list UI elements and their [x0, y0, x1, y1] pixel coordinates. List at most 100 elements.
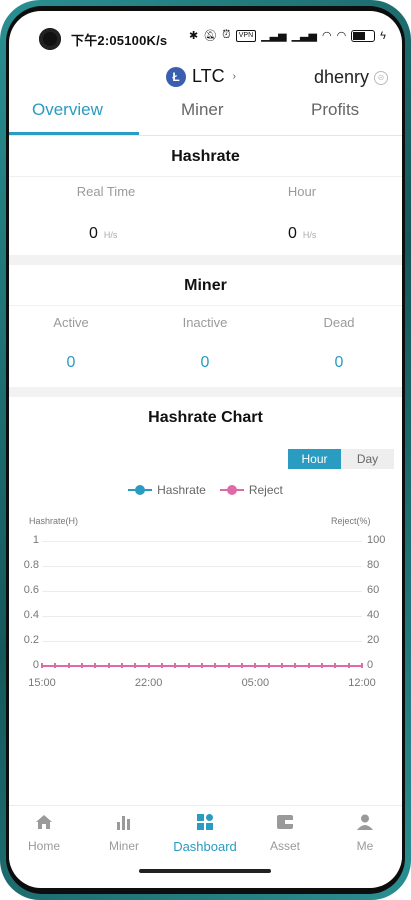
reject-point [187, 663, 190, 668]
nav-dashboard-label: Dashboard [173, 839, 237, 854]
wifi-icon: ◠ [321, 30, 332, 42]
reject-point [307, 663, 310, 668]
time-range-toggle: Hour Day [288, 449, 394, 469]
nav-miner[interactable]: Miner [89, 814, 159, 853]
dashboard-icon [197, 814, 213, 830]
hour-unit: H/s [302, 230, 317, 240]
divider [9, 176, 402, 177]
x-tick: 15:00 [28, 677, 56, 689]
mute-icon: 🔕︎ [203, 30, 218, 42]
wallet-icon [277, 815, 293, 829]
day-toggle-button[interactable]: Day [341, 449, 394, 469]
signal-icon: ▁▃▅ [261, 30, 287, 42]
active-tab-indicator [9, 132, 139, 135]
hour-value: 0 H/s [288, 225, 316, 243]
reject-point [294, 663, 297, 668]
signal-icon: ▁▃▅ [291, 30, 317, 42]
hour-toggle-button[interactable]: Hour [288, 449, 341, 469]
reject-point [94, 663, 97, 668]
x-tick: 22:00 [134, 677, 163, 689]
hour-number: 0 [288, 225, 297, 242]
gridline [42, 616, 362, 617]
legend-reject[interactable]: Reject [219, 483, 283, 497]
x-tick: 05:00 [241, 677, 270, 689]
reject-point [321, 663, 323, 668]
active-count[interactable]: 0 [31, 354, 111, 372]
legend-reject-label: Reject [248, 483, 283, 497]
reject-point [334, 663, 337, 668]
y-right-tick: 60 [367, 584, 380, 596]
wifi-icon: ◠ [336, 30, 347, 42]
miner-title: Miner [184, 277, 227, 294]
reject-point [214, 663, 217, 668]
gridline [42, 566, 362, 567]
tab-miner[interactable]: Miner [181, 100, 224, 120]
reject-point [254, 663, 257, 668]
y-left-tick: 0.6 [23, 584, 39, 596]
bottom-navigation: Home Miner Dashboard Asset Me [9, 805, 402, 866]
legend-reject-marker [219, 485, 244, 495]
reject-point [67, 663, 70, 668]
inactive-label: Inactive [182, 315, 228, 330]
realtime-number: 0 [89, 225, 98, 242]
reject-point [121, 663, 123, 668]
gridline [42, 591, 362, 592]
x-tick: 12:00 [348, 677, 376, 689]
reject-point [281, 663, 283, 668]
nav-asset-label: Asset [269, 839, 300, 853]
nav-dashboard[interactable]: Dashboard [170, 814, 240, 854]
y-left-tick: 0.4 [23, 609, 39, 621]
dead-count[interactable]: 0 [299, 354, 379, 372]
tab-overview[interactable]: Overview [32, 100, 103, 120]
coin-name: LTC [192, 66, 225, 86]
reject-point [227, 663, 230, 668]
reject-point [174, 663, 177, 668]
y-right-tick: 80 [367, 559, 380, 571]
reject-point [134, 663, 137, 668]
coin-selector[interactable]: Ł LTC › [166, 66, 236, 87]
reject-point [54, 663, 57, 668]
status-time: 下午2:05100K/s [71, 30, 167, 49]
y-left-tick: 0.8 [23, 559, 39, 571]
reject-point [241, 663, 243, 668]
status-clock: 下午2:05 [71, 33, 125, 48]
y-left-axis-label: Hashrate(H) [29, 516, 79, 526]
nav-me[interactable]: Me [330, 814, 400, 853]
tab-bar: Overview Miner Profits [9, 95, 402, 136]
realtime-label: Real Time [76, 184, 136, 199]
nav-home[interactable]: Home [9, 814, 79, 853]
nav-asset[interactable]: Asset [250, 814, 320, 853]
hour-label: Hour [287, 184, 317, 199]
user-account[interactable]: dhenry ⊝ [314, 67, 388, 88]
inactive-count[interactable]: 0 [165, 354, 245, 372]
hashrate-card: Hashrate Real Time Hour 0 H/s 0 H/s [9, 136, 402, 255]
tab-profits[interactable]: Profits [311, 100, 359, 120]
network-speed: 100K/s [124, 33, 168, 48]
miner-card: Miner Active Inactive Dead 0 0 0 [9, 265, 402, 387]
realtime-value: 0 H/s [89, 225, 117, 243]
section-separator [9, 255, 402, 265]
front-camera [39, 28, 61, 50]
bluetooth-icon: ✱ [188, 30, 199, 42]
active-label: Active [53, 315, 89, 330]
app-screen: 下午2:05100K/s ✱ 🔕︎ ⏰︎ VPN ▁▃▅ ▁▃▅ ◠ ◠ ϟ Ł… [9, 11, 402, 888]
bar-chart-icon [117, 816, 130, 830]
charging-icon: ϟ [380, 29, 386, 42]
y-right-tick: 20 [367, 634, 380, 646]
nav-me-label: Me [356, 839, 374, 853]
legend-hashrate[interactable]: Hashrate [128, 483, 206, 497]
app-header: Ł LTC › dhenry ⊝ [9, 55, 402, 95]
y-left-tick: 0 [32, 659, 39, 671]
y-right-axis-label: Reject(%) [331, 516, 371, 526]
reject-point [347, 663, 350, 668]
reject-point [107, 663, 110, 668]
realtime-unit: H/s [103, 230, 118, 240]
legend-hashrate-label: Hashrate [157, 483, 206, 497]
reject-point [361, 663, 363, 668]
y-right-tick: 0 [367, 659, 374, 671]
status-bar: 下午2:05100K/s ✱ 🔕︎ ⏰︎ VPN ▁▃▅ ▁▃▅ ◠ ◠ ϟ [9, 11, 402, 55]
reject-point [201, 663, 203, 668]
section-separator [9, 387, 402, 397]
home-icon [36, 815, 52, 829]
battery-icon [351, 29, 376, 42]
